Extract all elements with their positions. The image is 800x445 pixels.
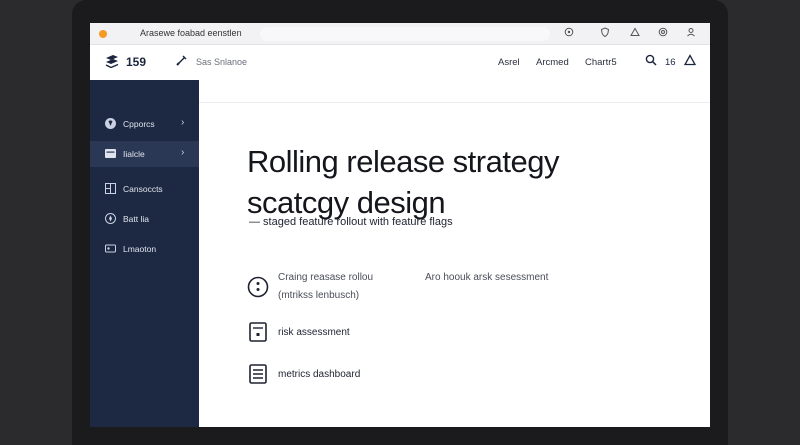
nav-link-2[interactable]: Arcmed	[536, 57, 569, 68]
sidebar-item-label: Iialcle	[123, 149, 145, 159]
settings-icon[interactable]	[658, 27, 668, 42]
sidebar-item-cansoccts[interactable]: Cansoccts	[90, 176, 199, 202]
shield-icon[interactable]	[600, 27, 610, 42]
sidebar-item-batt-lia[interactable]: Batt lia	[90, 206, 199, 232]
sidebar-item-label: Cpporcs	[123, 119, 155, 129]
refresh-icon[interactable]	[564, 27, 574, 42]
sidebar-item-cpporcs[interactable]: Cpporcs ›	[90, 111, 199, 137]
logo-text[interactable]: 159	[126, 55, 146, 69]
address-bar[interactable]	[260, 27, 550, 41]
compass-icon	[104, 212, 117, 225]
nav-link-3[interactable]: Chartr5	[585, 57, 617, 68]
logo-icon[interactable]	[104, 54, 120, 68]
window-icon	[104, 147, 117, 160]
sidebar-item-label: Cansoccts	[123, 184, 163, 194]
profile-icon[interactable]	[686, 27, 696, 42]
breadcrumb[interactable]: Sas Snlanoe	[196, 57, 247, 67]
feature-3-label: metrics dashboard	[278, 369, 361, 380]
feature-1-line-2: (mtrikss lenbusch)	[278, 290, 360, 301]
nav-link-1[interactable]: Asrel	[498, 57, 520, 68]
feature-1-line-1: Craing reasase rollou	[278, 272, 374, 283]
feature-2-label: risk assessment	[278, 327, 350, 338]
page-subtitle: — staged feature rollout with feature fl…	[249, 216, 453, 228]
brush-icon[interactable]	[176, 54, 188, 69]
sidebar-item-lmaoton[interactable]: Lmaoton	[90, 236, 199, 262]
chevron-right-icon: ›	[181, 147, 185, 158]
sidebar-item-iialcle[interactable]: Iialcle ›	[90, 141, 199, 167]
notification-count[interactable]: 16	[665, 57, 676, 68]
browser-window: Arasewe foabad eenstlen 159 Sas Snlanoe …	[90, 23, 710, 427]
chevron-right-icon: ›	[181, 117, 185, 128]
window-dot-icon[interactable]	[99, 30, 107, 38]
circle-icon	[104, 117, 117, 130]
document-icon	[249, 322, 267, 342]
main-content: Rolling release strategy scatcgy design …	[199, 80, 710, 427]
list-document-icon	[249, 364, 267, 384]
sidebar: Cpporcs › Iialcle › Cansoccts Batt lia L…	[90, 80, 199, 427]
triangle-icon[interactable]	[630, 27, 640, 42]
grid-icon	[104, 182, 117, 195]
browser-tab-bar: Arasewe foabad eenstlen	[90, 23, 710, 45]
sidebar-item-label: Lmaoton	[123, 244, 157, 254]
search-icon[interactable]	[645, 54, 657, 69]
page-title-line-1: Rolling release strategy	[247, 144, 559, 179]
feature-1-note: Aro hoouk arsk sesessment	[425, 272, 549, 283]
card-icon	[104, 242, 117, 255]
tab-title[interactable]: Arasewe foabad eenstlen	[140, 28, 242, 38]
alert-triangle-icon[interactable]	[683, 54, 697, 69]
sidebar-item-label: Batt lia	[123, 214, 149, 224]
info-circle-icon	[247, 276, 269, 298]
